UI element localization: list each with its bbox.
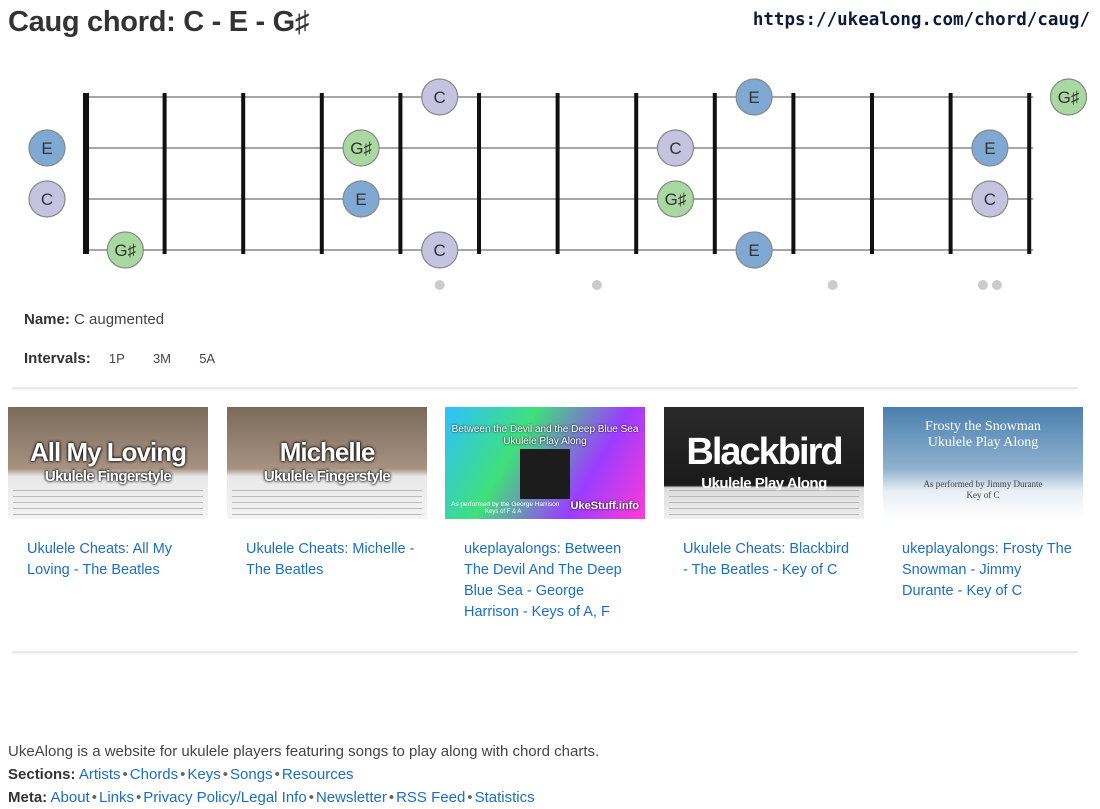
note-label: C — [434, 241, 446, 260]
thumb-subtitle: Ukulele Fingerstyle — [44, 468, 172, 485]
footer-link-privacy[interactable]: Privacy Policy/Legal Info — [143, 789, 306, 806]
chord-name-value: C augmented — [74, 311, 165, 328]
page-url: https://ukealong.com/chord/caug/ — [752, 10, 1090, 30]
footer-link-rss[interactable]: RSS Feed — [396, 789, 465, 806]
sections-label: Sections: — [8, 766, 76, 783]
footer-link-newsletter[interactable]: Newsletter — [316, 789, 387, 806]
thumb-performer: As performed by the George Harrison — [451, 501, 560, 508]
video-card[interactable]: All My Loving Ukulele Fingerstyle Ukulel… — [8, 407, 208, 581]
meta-label: Meta: — [8, 789, 48, 806]
note-label: C — [434, 88, 446, 107]
video-thumbnail[interactable]: Blackbird Ukulele Play Along — [664, 407, 864, 519]
video-thumbnail[interactable]: All My Loving Ukulele Fingerstyle — [8, 407, 208, 519]
video-link[interactable]: Ukulele Cheats: All My Loving - The Beat… — [27, 539, 197, 581]
footer-link-songs[interactable]: Songs — [230, 766, 273, 783]
thumb-performer: As performed by Jimmy Durante — [923, 479, 1043, 489]
inlay-dot — [434, 280, 445, 290]
thumb-subtitle: Ukulele Play Along — [503, 436, 587, 447]
fretboard-diagram: C E G♯ E G♯ C E C E G♯ C G♯ C E — [28, 78, 1088, 290]
video-card[interactable]: Blackbird Ukulele Play Along Ukulele Che… — [664, 407, 864, 581]
footer-sections: Sections: Artists • Chords • Keys • Songs • Reso… — [8, 766, 354, 783]
page-title: Caug chord: C - E - G♯ — [8, 6, 310, 38]
note-label: E — [748, 241, 759, 260]
footer-link-statistics[interactable]: Statistics — [475, 789, 535, 806]
footer-about: UkeAlong is a website for ukulele player… — [8, 743, 600, 760]
thumb-title: Michelle — [279, 437, 376, 467]
video-link[interactable]: Ukulele Cheats: Michelle - The Beatles — [246, 539, 416, 581]
footer-link-artists[interactable]: Artists — [79, 766, 121, 783]
section-divider — [12, 651, 1078, 653]
chord-name: Name: C augmented — [24, 311, 164, 328]
video-card[interactable]: Between the Devil and the Deep Blue Sea … — [445, 407, 645, 623]
inlay-dot — [827, 280, 838, 290]
note-label: E — [984, 139, 995, 158]
thumb-title: Blackbird — [686, 431, 843, 473]
video-link[interactable]: Ukulele Cheats: Blackbird - The Beatles … — [683, 539, 853, 581]
note-label: G♯ — [665, 190, 687, 209]
note-label: E — [748, 88, 759, 107]
intervals-label: Intervals: — [24, 350, 91, 367]
artist-photo — [520, 449, 570, 499]
video-card[interactable]: Frosty the Snowman Ukulele Play Along As… — [883, 407, 1083, 602]
video-link[interactable]: ukeplayalongs: Frosty The Snowman - Jimm… — [902, 539, 1072, 602]
video-link[interactable]: ukeplayalongs: Between The Devil And The… — [464, 539, 634, 623]
site-footer: UkeAlong is a website for ukulele player… — [8, 740, 599, 809]
section-divider — [12, 387, 1078, 389]
video-thumbnail[interactable]: Michelle Ukulele Fingerstyle — [227, 407, 427, 519]
note-label: E — [41, 139, 52, 158]
note-label: G♯ — [114, 241, 136, 260]
chord-name-label: Name: — [24, 311, 70, 328]
note-label: G♯ — [350, 139, 372, 158]
video-thumbnail[interactable]: Between the Devil and the Deep Blue Sea … — [445, 407, 645, 519]
thumb-keys: Keys of F & A — [485, 509, 522, 515]
note-label: C — [41, 190, 53, 209]
footer-meta: Meta: About • Links • Privacy Policy/Legal I… — [8, 789, 535, 806]
footer-link-links[interactable]: Links — [99, 789, 134, 806]
thumb-title: All My Loving — [30, 437, 187, 467]
chord-intervals: Intervals: 1P 3M 5A — [24, 350, 215, 367]
footer-link-keys[interactable]: Keys — [187, 766, 220, 783]
video-thumbnail[interactable]: Frosty the Snowman Ukulele Play Along As… — [883, 407, 1083, 519]
tab-notation — [13, 485, 203, 515]
interval-third: 3M — [152, 351, 172, 366]
note-label: C — [669, 139, 681, 158]
interval-root: 1P — [108, 351, 125, 366]
thumb-subtitle: Ukulele Play Along — [927, 435, 1039, 450]
footer-link-about[interactable]: About — [51, 789, 90, 806]
interval-fifth: 5A — [199, 351, 216, 366]
note-label: C — [984, 190, 996, 209]
inlay-dot — [977, 280, 988, 290]
tab-notation — [669, 485, 859, 515]
thumb-keys: Key of C — [966, 490, 1000, 500]
video-card[interactable]: Michelle Ukulele Fingerstyle Ukulele Che… — [227, 407, 427, 581]
thumb-subtitle: Ukulele Fingerstyle — [263, 468, 391, 485]
inlay-dot — [991, 280, 1002, 290]
thumb-title: Frosty the Snowman — [925, 419, 1041, 434]
tab-notation — [232, 485, 422, 515]
footer-link-resources[interactable]: Resources — [282, 766, 354, 783]
thumb-brand: UkeStuff.info — [570, 500, 639, 512]
footer-link-chords[interactable]: Chords — [130, 766, 178, 783]
inlay-dot — [591, 280, 602, 290]
note-label: E — [355, 190, 366, 209]
note-label: G♯ — [1058, 88, 1080, 107]
thumb-title: Between the Devil and the Deep Blue Sea — [451, 424, 639, 435]
